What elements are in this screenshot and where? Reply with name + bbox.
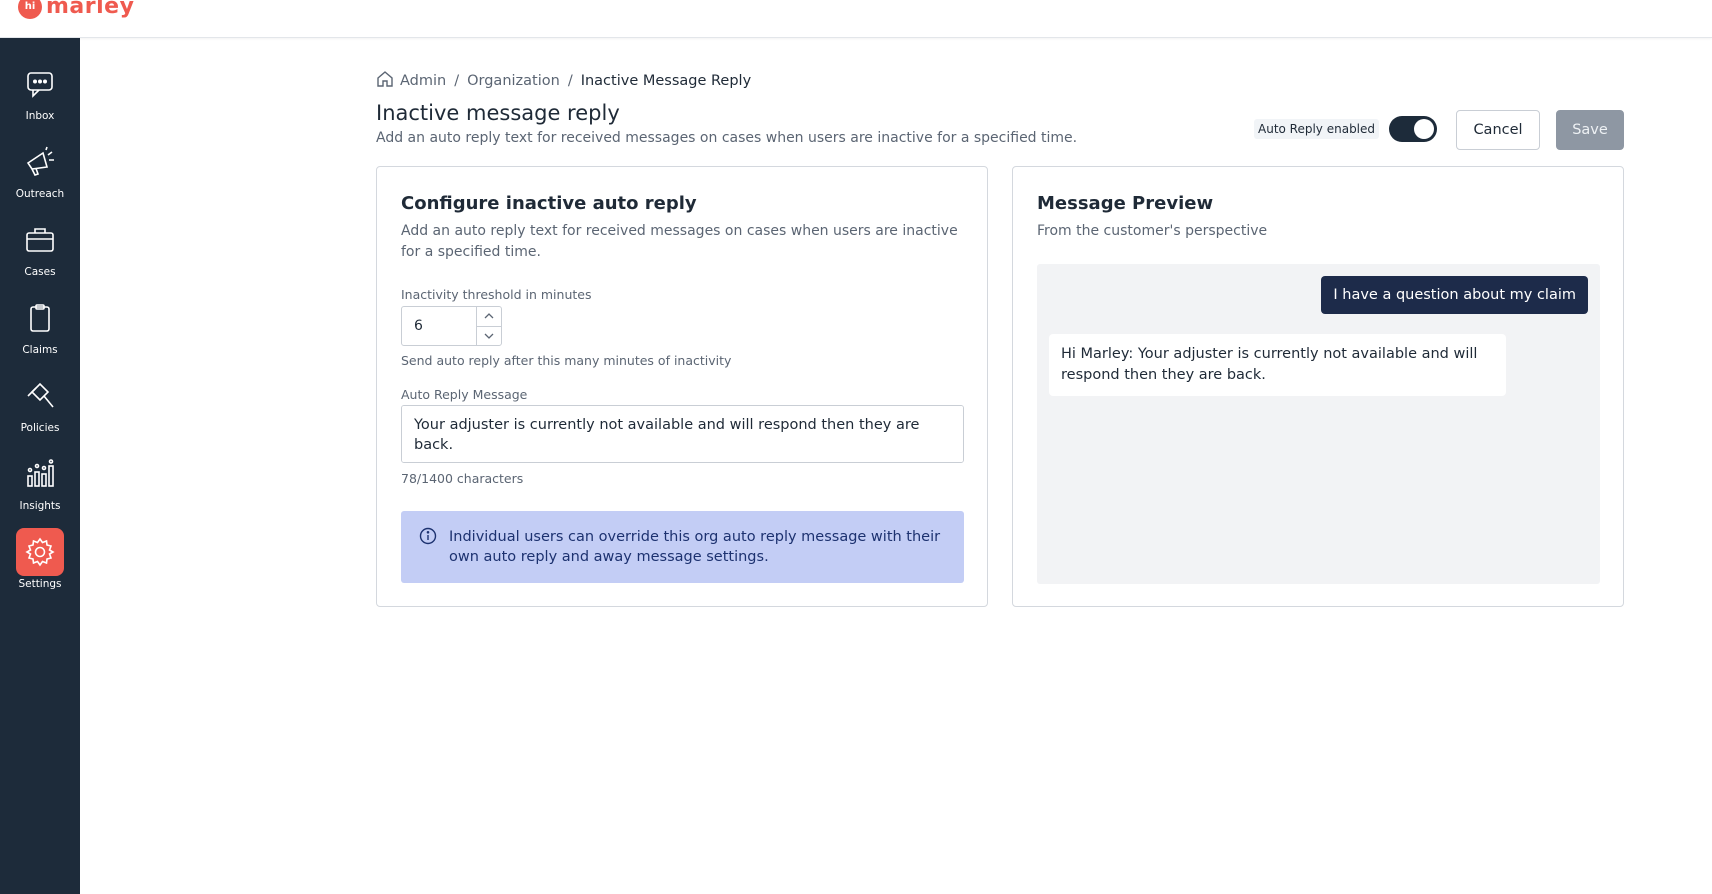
auto-reply-toggle-group: Auto Reply enabled <box>1254 116 1438 142</box>
auto-reply-toggle[interactable] <box>1389 116 1438 142</box>
briefcase-icon <box>16 216 64 264</box>
character-count: 78/1400 characters <box>401 471 524 486</box>
page-subtitle: Add an auto reply text for received mess… <box>376 130 1078 146</box>
logo-text: marley <box>46 0 135 19</box>
configure-subtitle: Add an auto reply text for received mess… <box>401 223 958 260</box>
threshold-stepper: 6 <box>401 306 502 346</box>
threshold-input[interactable]: 6 <box>402 307 477 345</box>
bar-chart-icon <box>16 450 64 498</box>
sidebar-item-outreach[interactable]: Outreach <box>0 138 80 208</box>
message-preview-area: I have a question about my claim Hi Marl… <box>1037 264 1600 584</box>
sidebar-item-settings[interactable]: Settings <box>0 528 80 598</box>
auto-reply-bubble: Hi Marley: Your adjuster is currently no… <box>1049 334 1506 396</box>
auto-reply-toggle-label: Auto Reply enabled <box>1254 119 1380 139</box>
sidebar-item-label: Cases <box>24 266 56 278</box>
gear-icon <box>16 528 64 576</box>
info-banner: Individual users can override this org a… <box>401 511 964 583</box>
auto-reply-message-textarea[interactable]: Your adjuster is currently not available… <box>401 405 964 463</box>
preview-subtitle: From the customer's perspective <box>1037 223 1268 239</box>
sidebar-item-label: Claims <box>22 344 58 356</box>
sidebar-item-policies[interactable]: Policies <box>0 372 80 442</box>
save-button[interactable]: Save <box>1556 110 1624 150</box>
breadcrumb-current: Inactive Message Reply <box>580 73 752 89</box>
megaphone-icon <box>16 138 64 186</box>
info-text: Individual users can override this org a… <box>449 529 941 565</box>
clipboard-icon <box>16 294 64 342</box>
sidebar-item-insights[interactable]: Insights <box>0 450 80 520</box>
sidebar: Inbox Outreach Cases Claims Policies Ins… <box>0 38 80 894</box>
marley-logo[interactable]: hi marley <box>18 0 134 19</box>
preview-card: Message Preview From the customer's pers… <box>1012 166 1624 607</box>
sidebar-item-label: Insights <box>19 500 61 512</box>
sidebar-item-label: Settings <box>18 578 62 590</box>
cancel-button[interactable]: Cancel <box>1456 110 1540 150</box>
page-title: Inactive message reply <box>376 101 620 125</box>
message-label: Auto Reply Message <box>401 387 528 402</box>
threshold-label: Inactivity threshold in minutes <box>401 287 592 302</box>
breadcrumb-organization[interactable]: Organization <box>467 73 560 89</box>
breadcrumb: Admin / Organization / Inactive Message … <box>376 70 751 92</box>
sidebar-item-claims[interactable]: Claims <box>0 294 80 364</box>
sidebar-item-label: Outreach <box>15 188 65 200</box>
gavel-icon <box>16 372 64 420</box>
sidebar-item-label: Policies <box>20 422 60 434</box>
breadcrumb-separator: / <box>567 73 573 89</box>
sidebar-item-label: Inbox <box>25 110 55 122</box>
sidebar-item-cases[interactable]: Cases <box>0 216 80 286</box>
chevron-down-icon[interactable] <box>477 327 501 346</box>
chevron-up-icon[interactable] <box>477 307 501 327</box>
breadcrumb-admin[interactable]: Admin <box>400 73 446 89</box>
info-icon <box>419 527 437 567</box>
threshold-helper: Send auto reply after this many minutes … <box>401 353 732 368</box>
home-icon[interactable] <box>376 70 394 92</box>
breadcrumb-separator: / <box>454 73 460 89</box>
configure-card: Configure inactive auto reply Add an aut… <box>376 166 988 607</box>
configure-title: Configure inactive auto reply <box>401 193 697 214</box>
inbox-icon <box>16 60 64 108</box>
sidebar-item-inbox[interactable]: Inbox <box>0 60 80 130</box>
logo-badge: hi <box>18 0 42 19</box>
customer-message-bubble: I have a question about my claim <box>1321 276 1588 314</box>
top-bar: hi marley <box>0 0 1712 38</box>
preview-title: Message Preview <box>1037 193 1214 214</box>
